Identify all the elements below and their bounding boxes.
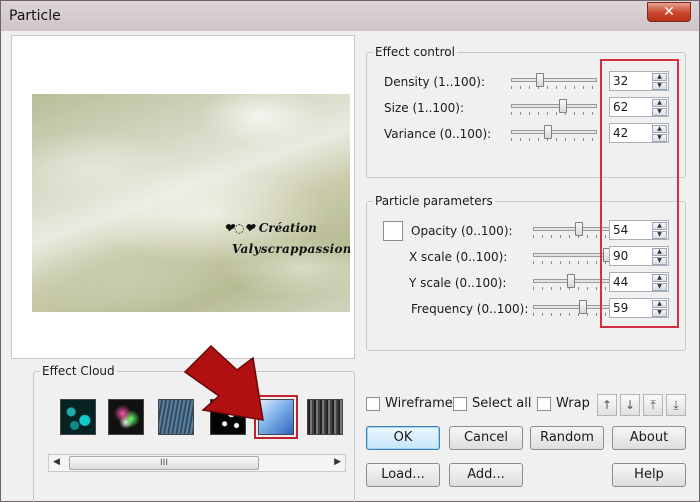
window-title: Particle [9,8,61,24]
slider-ticks [511,138,597,141]
wireframe-label: Wireframe [385,396,453,411]
ok-button[interactable]: OK [366,426,440,450]
about-button[interactable]: About [612,426,686,450]
frequency-label: Frequency (0..100): [411,302,529,316]
close-button[interactable]: ✕ [647,2,691,22]
particle-parameters-title: Particle parameters [373,194,495,208]
size-label: Size (1..100): [384,101,465,115]
slider-ticks [511,86,597,89]
slider-ticks [511,112,597,115]
effect-glow-thumbnail[interactable] [108,399,144,435]
watermark-line-2: Valyscrappassion [232,242,350,256]
cancel-button[interactable]: Cancel [449,426,523,450]
scroll-left-icon[interactable]: ◀ [53,457,60,467]
slider-track [511,104,597,108]
density-label: Density (1..100): [384,75,486,89]
effect-control-title: Effect control [373,45,457,59]
dialog-client: ❤◌❤ Création Valyscrappassion Effect con… [9,31,693,502]
move-top-icon[interactable]: ⤒ [643,394,663,416]
move-up-icon[interactable]: ↑ [597,394,617,416]
random-button[interactable]: Random [530,426,604,450]
effect-streaks-thumbnail[interactable] [307,399,343,435]
scrollbar-thumb[interactable]: III [69,456,259,470]
checkbox-box[interactable] [366,397,380,411]
effect-bubbles-thumbnail[interactable] [60,399,96,435]
particle-dialog: Particle ✕ ❤◌❤ Création Valyscrappassion… [0,0,700,502]
density-slider[interactable] [511,73,597,89]
title-bar: Particle ✕ [1,1,699,31]
slider-thumb[interactable] [536,73,544,87]
y-scale-label: Y scale (0..100): [409,276,507,290]
preview-image: ❤◌❤ Création Valyscrappassion [32,94,350,312]
value-highlight-box [600,59,679,328]
variance-label: Variance (0..100): [384,127,492,141]
help-button[interactable]: Help [612,463,686,487]
move-bottom-icon[interactable]: ⤓ [666,394,686,416]
slider-thumb[interactable] [579,300,587,314]
slider-thumb[interactable] [575,222,583,236]
variance-slider[interactable] [511,125,597,141]
checkbox-box[interactable] [537,397,551,411]
slider-thumb[interactable] [567,274,575,288]
wrap-label: Wrap [556,396,590,411]
select-all-label: Select all [472,396,532,411]
load-button[interactable]: Load... [366,463,440,487]
slider-track [511,130,597,134]
move-down-icon[interactable]: ↓ [620,394,640,416]
slider-track [511,78,597,82]
add-button[interactable]: Add... [449,463,523,487]
size-slider[interactable] [511,99,597,115]
slider-thumb[interactable] [559,99,567,113]
close-icon: ✕ [663,4,675,20]
scroll-right-icon[interactable]: ▶ [334,457,341,467]
scrollbar-grip: III [160,458,168,468]
checkbox-box[interactable] [453,397,467,411]
slider-thumb[interactable] [544,125,552,139]
effect-cloud-title: Effect Cloud [40,364,117,378]
color-swatch-checkbox[interactable] [383,221,403,241]
red-pointer-arrow-icon [183,344,264,421]
watermark-line-1: ❤◌❤ Création [224,221,317,235]
opacity-label: Opacity (0..100): [411,224,513,238]
effect-cloud-scrollbar[interactable]: ◀ III ▶ [48,454,346,472]
preview-panel: ❤◌❤ Création Valyscrappassion [11,35,355,359]
x-scale-label: X scale (0..100): [409,250,508,264]
